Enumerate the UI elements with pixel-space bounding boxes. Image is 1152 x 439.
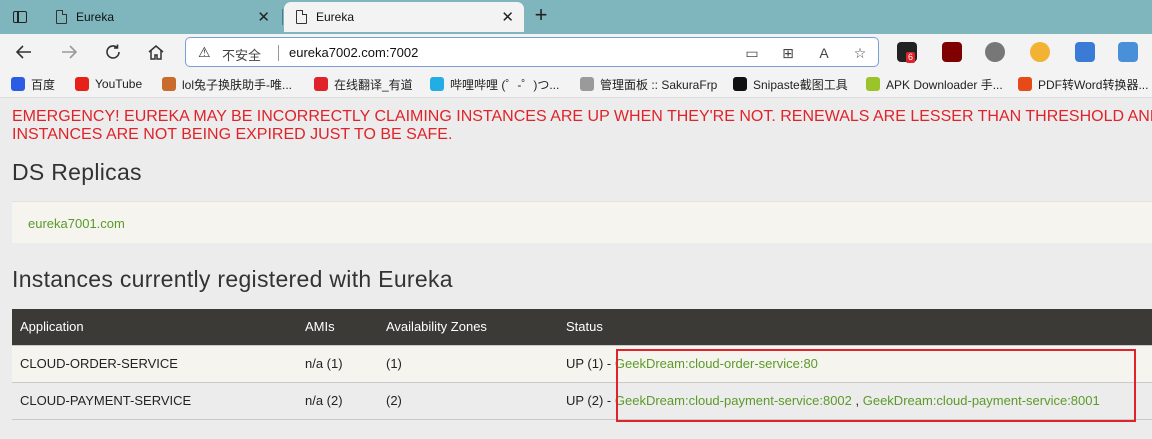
table-header-row: Application AMIs Availability Zones Stat…: [12, 309, 1152, 345]
cell-amis: n/a (2): [297, 381, 378, 420]
bookmark-label: YouTube: [95, 77, 143, 91]
highlight-box: [616, 349, 1136, 422]
tab-actions-button[interactable]: [6, 5, 34, 29]
bookmark-youtube[interactable]: YouTube: [75, 75, 142, 93]
emergency-line-1: EMERGENCY! EUREKA MAY BE INCORRECTLY CLA…: [12, 108, 1152, 125]
header-amis: AMIs: [297, 309, 378, 345]
bookmark-snipaste[interactable]: Snipaste截图工具: [733, 75, 848, 93]
rabbit-icon: [162, 77, 176, 91]
bookmark-label: APK Downloader 手...: [886, 77, 1003, 92]
bookmark-apk[interactable]: APK Downloader 手...: [866, 75, 1003, 93]
apk-icon: [866, 77, 880, 91]
close-tab-icon[interactable]: ✕: [257, 8, 270, 26]
replica-link[interactable]: eureka7001.com: [28, 216, 125, 231]
header-application: Application: [12, 309, 297, 345]
status-prefix: UP (1) -: [566, 356, 615, 371]
ublock-icon[interactable]: [942, 42, 962, 62]
refresh-button[interactable]: [99, 38, 127, 66]
image-extension-icon[interactable]: [1118, 42, 1138, 62]
bookmark-youdao[interactable]: 在线翻译_有道: [314, 75, 413, 93]
bookmark-sakurafrp[interactable]: 管理面板 :: SakuraFrp: [580, 75, 717, 93]
tab-strip: Eureka ✕ Eureka ✕ +: [0, 0, 1152, 34]
tab-active[interactable]: Eureka ✕: [284, 2, 524, 32]
youtube-icon: [75, 77, 89, 91]
close-tab-icon[interactable]: ✕: [501, 8, 514, 26]
bookmark-label: 哔哩哔哩 (゜-゜)つ...: [450, 77, 560, 92]
extension-badge: 6: [906, 52, 916, 63]
ds-replicas-heading: DS Replicas: [12, 159, 142, 185]
address-divider: [278, 45, 279, 61]
cell-zones: (1): [378, 344, 558, 382]
status-prefix: UP (2) -: [566, 393, 615, 408]
translate-extension-icon[interactable]: [1075, 42, 1095, 62]
bilibili-icon: [430, 77, 444, 91]
cell-zones: (2): [378, 381, 558, 420]
address-bar[interactable]: ⚠ 不安全 eureka7002.com:7002 ▭ ⊞ A ☆: [185, 37, 879, 67]
forward-arrow-icon: [62, 45, 78, 59]
bookmark-lol[interactable]: lol兔子换肤助手-唯...: [162, 75, 292, 93]
url-text[interactable]: eureka7002.com:7002: [289, 45, 418, 60]
back-arrow-icon: [15, 45, 31, 59]
paw-icon: [11, 77, 25, 91]
tab-title: Eureka: [76, 10, 115, 24]
youdao-icon: [314, 77, 328, 91]
bookmark-label: 百度: [31, 77, 56, 92]
ghost-extension-icon[interactable]: [985, 42, 1005, 62]
cell-application: CLOUD-PAYMENT-SERVICE: [12, 381, 297, 420]
bookmark-label: 在线翻译_有道: [334, 77, 413, 92]
read-aloud-icon[interactable]: A: [814, 43, 834, 63]
back-button[interactable]: [10, 38, 38, 66]
header-availability-zones: Availability Zones: [378, 309, 558, 345]
forward-button[interactable]: [55, 38, 83, 66]
header-status: Status: [558, 309, 1152, 345]
bookmark-bilibili[interactable]: 哔哩哔哩 (゜-゜)つ...: [430, 75, 559, 93]
page-icon: [296, 10, 307, 24]
bookmark-label: Snipaste截图工具: [753, 77, 848, 92]
favorite-add-icon[interactable]: ☆: [850, 43, 870, 63]
emergency-line-2: INSTANCES ARE NOT BEING EXPIRED JUST TO …: [12, 126, 453, 143]
warning-icon[interactable]: ⚠: [198, 44, 211, 61]
cast-icon[interactable]: ▭: [742, 43, 762, 63]
eureka-page: EMERGENCY! EUREKA MAY BE INCORRECTLY CLA…: [0, 98, 1152, 439]
refresh-icon: [106, 44, 120, 59]
pdf-icon: [1018, 77, 1032, 91]
extension-icon[interactable]: 6: [897, 42, 917, 63]
tab-inactive[interactable]: Eureka ✕: [44, 2, 280, 32]
new-tab-button[interactable]: +: [528, 3, 554, 29]
security-label[interactable]: 不安全: [222, 45, 261, 64]
cell-application: CLOUD-ORDER-SERVICE: [12, 344, 297, 382]
instances-heading: Instances currently registered with Eure…: [12, 266, 453, 292]
bookmark-pdf[interactable]: PDF转Word转换器...: [1018, 75, 1148, 93]
ds-replicas-list: eureka7001.com: [12, 201, 1152, 243]
page-icon: [56, 10, 67, 24]
bookmark-label: 管理面板 :: SakuraFrp: [600, 77, 718, 92]
tab-title: Eureka: [316, 10, 355, 24]
emergency-warning: EMERGENCY! EUREKA MAY BE INCORRECTLY CLA…: [12, 108, 1152, 144]
home-button[interactable]: [142, 38, 170, 66]
browser-toolbar: ⚠ 不安全 eureka7002.com:7002 ▭ ⊞ A ☆ 6: [0, 34, 1152, 70]
home-icon: [148, 45, 164, 60]
cell-amis: n/a (1): [297, 344, 378, 382]
sakura-icon: [580, 77, 594, 91]
bookmark-label: lol兔子换肤助手-唯...: [182, 77, 293, 92]
shield-extension-icon[interactable]: [1030, 42, 1050, 62]
bookmarks-bar: 百度 YouTube lol兔子换肤助手-唯... 在线翻译_有道 哔哩哔哩 (…: [0, 70, 1152, 98]
bookmark-label: PDF转Word转换器...: [1038, 77, 1149, 92]
tab-separator: [282, 9, 283, 25]
snipaste-icon: [733, 77, 747, 91]
tab-actions-icon: [13, 11, 27, 23]
bookmark-baidu[interactable]: 百度: [11, 75, 55, 93]
apps-icon[interactable]: ⊞: [778, 43, 798, 63]
